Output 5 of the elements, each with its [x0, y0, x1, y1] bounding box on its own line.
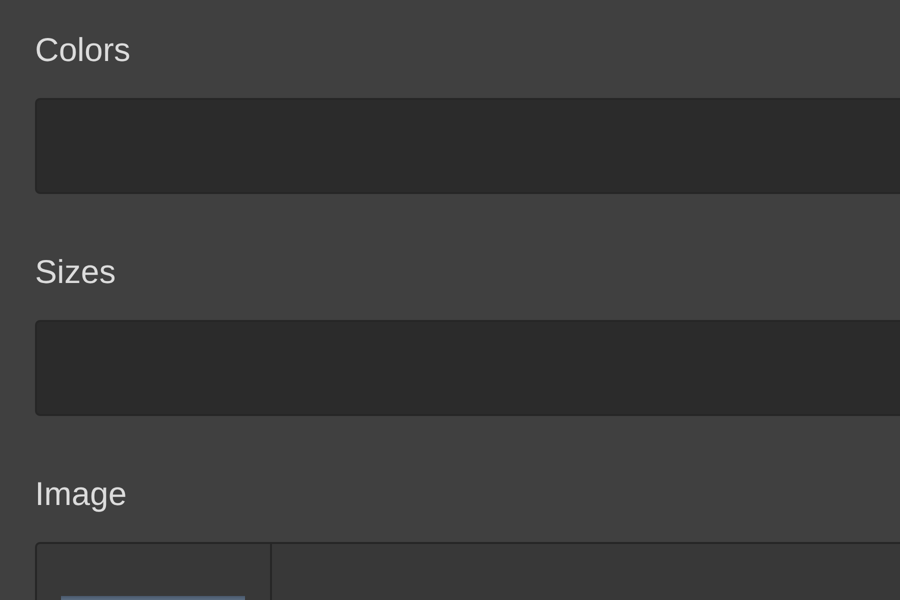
field-label: Sizes [35, 252, 117, 292]
input-field[interactable] [35, 320, 900, 416]
input-field[interactable] [35, 98, 900, 194]
field-label: Colors [35, 30, 132, 70]
field-label: Image [35, 474, 128, 514]
